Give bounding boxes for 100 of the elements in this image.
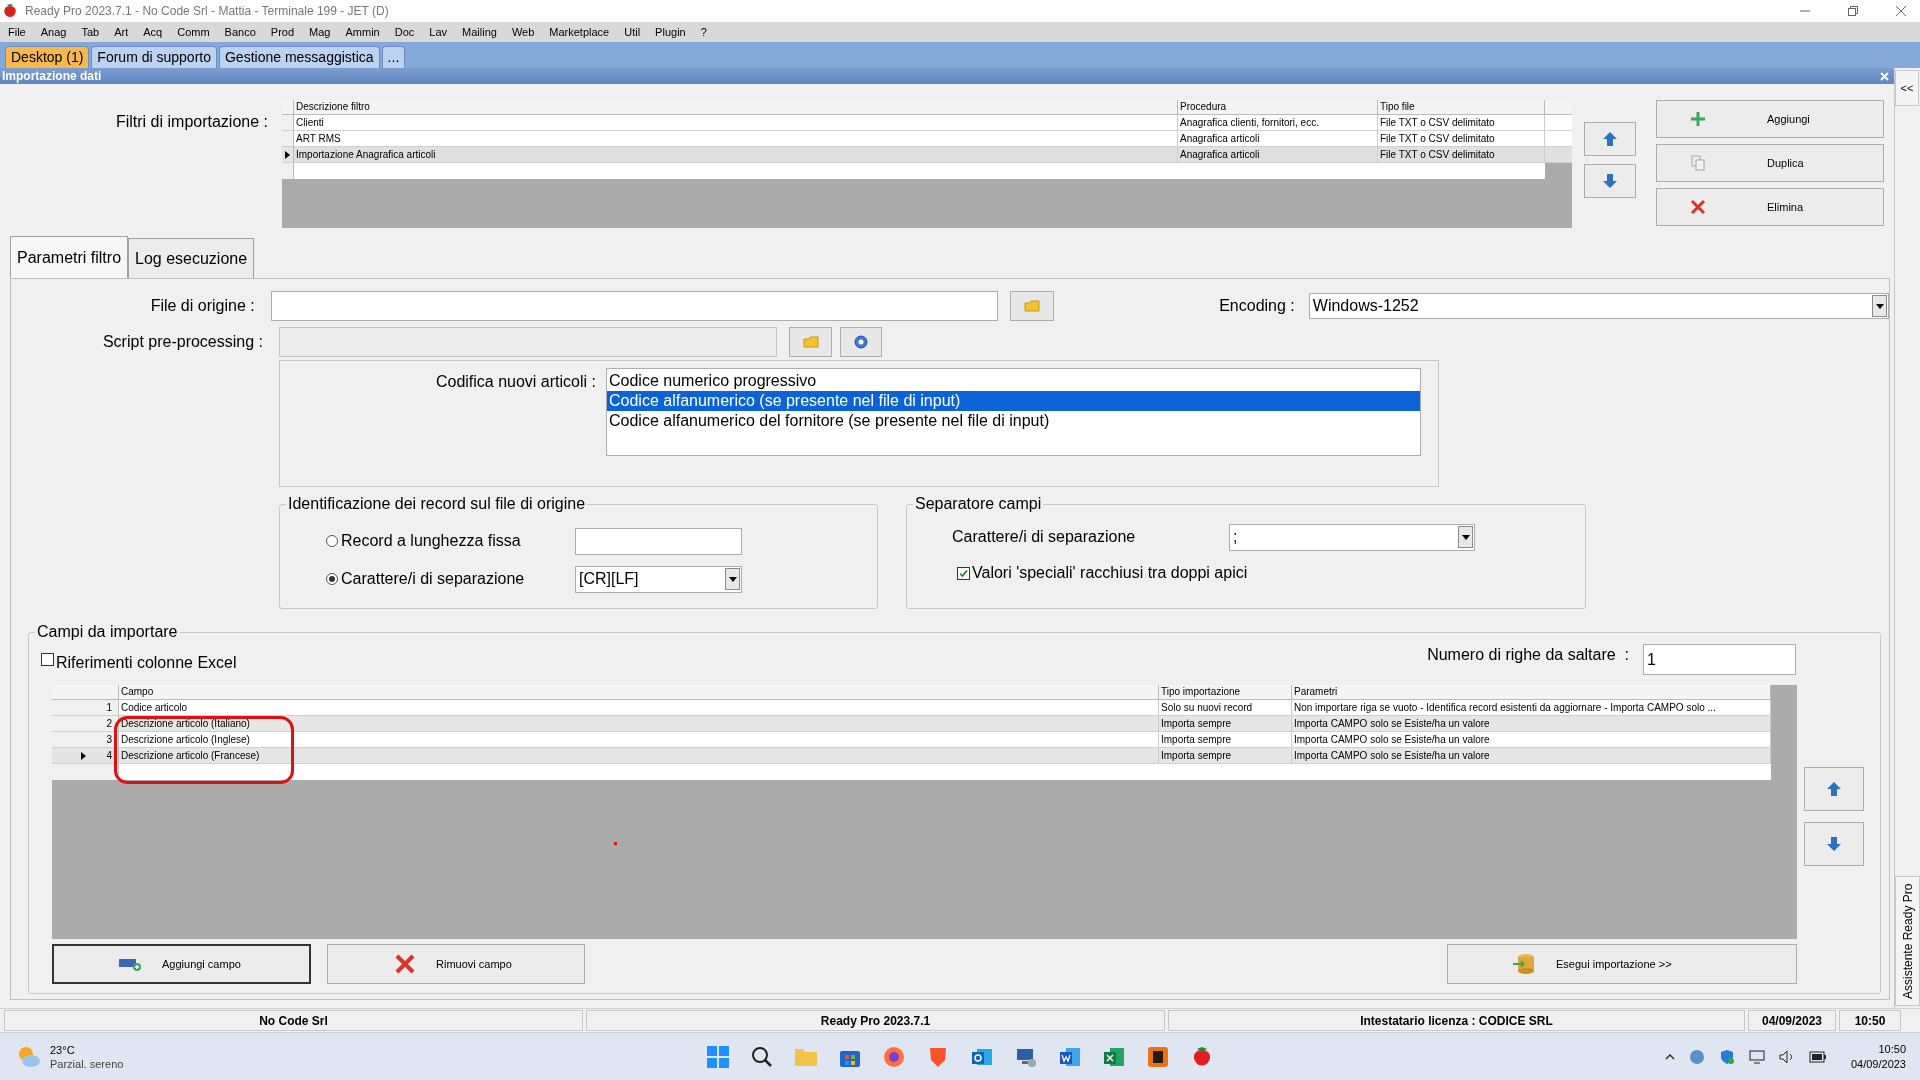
move-up-button[interactable] [1584, 122, 1636, 156]
strawberry-icon [3, 3, 17, 19]
action-button[interactable]: Esegui importazione >> [1447, 944, 1797, 984]
row-header[interactable] [282, 147, 294, 162]
status-field: Intestatario licenza : CODICE SRL [1168, 1010, 1745, 1031]
collapse-button[interactable]: << [1895, 70, 1919, 106]
action-button[interactable]: Rimuovi campo [327, 944, 585, 984]
action-button[interactable]: Aggiungi [1656, 100, 1884, 138]
list-option[interactable]: Codice alfanumerico del fornitore (se presente nel file di input) [607, 411, 1420, 431]
row-header[interactable]: 3 [52, 732, 119, 747]
radio-button[interactable] [326, 573, 338, 585]
table-cell: File TXT o CSV delimitato [1378, 147, 1545, 162]
help-button[interactable] [840, 327, 882, 357]
skip-rows-field[interactable]: 1 [1643, 643, 1796, 675]
tab[interactable]: Parametri filtro [10, 236, 129, 278]
close-icon [394, 953, 416, 975]
chevron-up-icon[interactable] [1664, 1053, 1675, 1060]
menu-item[interactable]: Comm [177, 23, 210, 41]
folder-icon [1024, 300, 1041, 312]
menu-item[interactable]: Doc [394, 23, 415, 41]
menu-item[interactable]: Util [624, 23, 641, 41]
clock[interactable]: 10:50 04/09/2023 [1850, 1041, 1906, 1072]
menu-item[interactable]: Mailing [462, 23, 497, 41]
table-row[interactable]: 1 Codice articolo Solo su nuovi record Non importare riga se vuoto - Identifica record esistenti da aggiornare - Importa CAMPO solo ... [52, 700, 1771, 716]
column-header: Parametri [1292, 685, 1771, 699]
table-cell: Importa sempre [1159, 716, 1292, 731]
encoding-select[interactable]: Windows-1252 [1308, 293, 1889, 319]
table-cell: Solo su nuovi record [1159, 700, 1292, 715]
document-tab[interactable]: Desktop (1) [5, 46, 90, 68]
radio-label: Carattere/i di separazione [341, 569, 526, 589]
list-option[interactable]: Codice alfanumerico (se presente nel file di input) [607, 391, 1420, 411]
table-row[interactable]: 3 Descrizione articolo (Inglese) Importa sempre Importa CAMPO solo se Esiste/ha un valore [52, 732, 1771, 748]
row-pointer-icon [285, 150, 290, 159]
table-cell: File TXT o CSV delimitato [1378, 131, 1545, 146]
monitor-icon[interactable] [1748, 1049, 1765, 1064]
table-cell: Descrizione articolo (Italiano) [119, 716, 1159, 731]
close-icon [1690, 199, 1706, 215]
action-button[interactable]: Elimina [1656, 188, 1884, 226]
close-icon[interactable] [1896, 6, 1906, 16]
menu-item[interactable]: Banco [224, 23, 256, 41]
menu-item[interactable]: Art [114, 23, 129, 41]
assistant-tab[interactable]: Assistente Ready Pro [1895, 876, 1920, 1006]
table-row[interactable]: ART RMS Anagrafica articoli File TXT o CSV delimitato [282, 131, 1572, 147]
tab[interactable]: Log esecuzione [128, 238, 255, 278]
menu-item[interactable]: File [8, 23, 26, 41]
table-cell: Clienti [294, 115, 1178, 130]
column-header: Campo [119, 685, 1159, 699]
move-up-button[interactable] [1804, 767, 1864, 811]
table-cell: Descrizione articolo (Inglese) [119, 732, 1159, 747]
move-down-button[interactable] [1584, 164, 1636, 198]
restore-icon[interactable] [1848, 6, 1858, 16]
plus-icon [1690, 111, 1706, 127]
menu-item[interactable]: Ammin [345, 23, 380, 41]
action-button[interactable]: Aggiungi campo [52, 944, 311, 984]
group-title: Separatore campi [913, 495, 1044, 513]
document-tab[interactable]: ... [381, 46, 406, 68]
separator-select[interactable]: ; [1229, 523, 1475, 551]
table-cell: Anagrafica articoli [1178, 147, 1378, 162]
menu-item[interactable]: Web [511, 23, 535, 41]
row-header[interactable]: 1 [52, 700, 119, 715]
speaker-icon[interactable] [1778, 1049, 1795, 1064]
table-row[interactable]: 4 Descrizione articolo (Francese) Importa sempre Importa CAMPO solo se Esiste/ha un valore [52, 748, 1771, 764]
length-field[interactable] [575, 527, 742, 555]
menu-item[interactable]: Plugin [655, 23, 686, 41]
menu-item[interactable]: Mag [309, 23, 331, 41]
list-option[interactable]: Codice numerico progressivo [607, 371, 1420, 391]
weather-text: Parzial. sereno [50, 1056, 124, 1071]
column-header: Descrizione filtro [294, 100, 1178, 114]
status-field: Ready Pro 2023.7.1 [586, 1010, 1165, 1031]
separator-select[interactable]: [CR][LF] [575, 565, 742, 593]
file-path-field[interactable] [270, 291, 998, 321]
table-row[interactable]: Clienti Anagrafica clienti, fornitori, ecc. File TXT o CSV delimitato [282, 115, 1572, 131]
table-cell: Importa sempre [1159, 732, 1292, 747]
checkbox[interactable] [957, 566, 970, 580]
battery-icon[interactable] [1808, 1050, 1827, 1063]
menu-item[interactable]: Acq [143, 23, 163, 41]
row-header[interactable]: 2 [52, 716, 119, 731]
radio-button[interactable] [326, 535, 338, 547]
menu-item[interactable]: Lav [429, 23, 447, 41]
menu-item[interactable]: Marketplace [549, 23, 610, 41]
move-down-button[interactable] [1804, 822, 1864, 866]
table-cell: ART RMS [294, 131, 1178, 146]
table-row[interactable]: 2 Descrizione articolo (Italiano) Importa sempre Importa CAMPO solo se Esiste/ha un valore [52, 716, 1771, 732]
field-label: Numero di righe da saltare : [1427, 645, 1629, 665]
table-row[interactable]: Importazione Anagrafica articoli Anagrafica articoli File TXT o CSV delimitato [282, 147, 1572, 163]
menu-item[interactable]: ? [700, 23, 707, 41]
action-button[interactable]: Duplica [1656, 144, 1884, 182]
document-tab[interactable]: Forum di supporto [91, 46, 217, 68]
shield-icon[interactable] [1718, 1048, 1735, 1065]
table-cell: Importa CAMPO solo se Esiste/ha un valore [1292, 748, 1771, 763]
folder-icon [802, 336, 819, 348]
menu-item[interactable]: Tab [81, 23, 100, 41]
checkbox[interactable] [41, 652, 54, 666]
menu-item[interactable]: Anag [40, 23, 67, 41]
menu-item[interactable]: Prod [270, 23, 295, 41]
table-cell: Descrizione articolo (Francese) [119, 748, 1159, 763]
document-tab[interactable]: Gestione messaggistica [218, 46, 380, 68]
up-arrow-icon [1826, 781, 1842, 797]
down-arrow-icon [1826, 836, 1842, 852]
field-add-icon [118, 956, 142, 972]
